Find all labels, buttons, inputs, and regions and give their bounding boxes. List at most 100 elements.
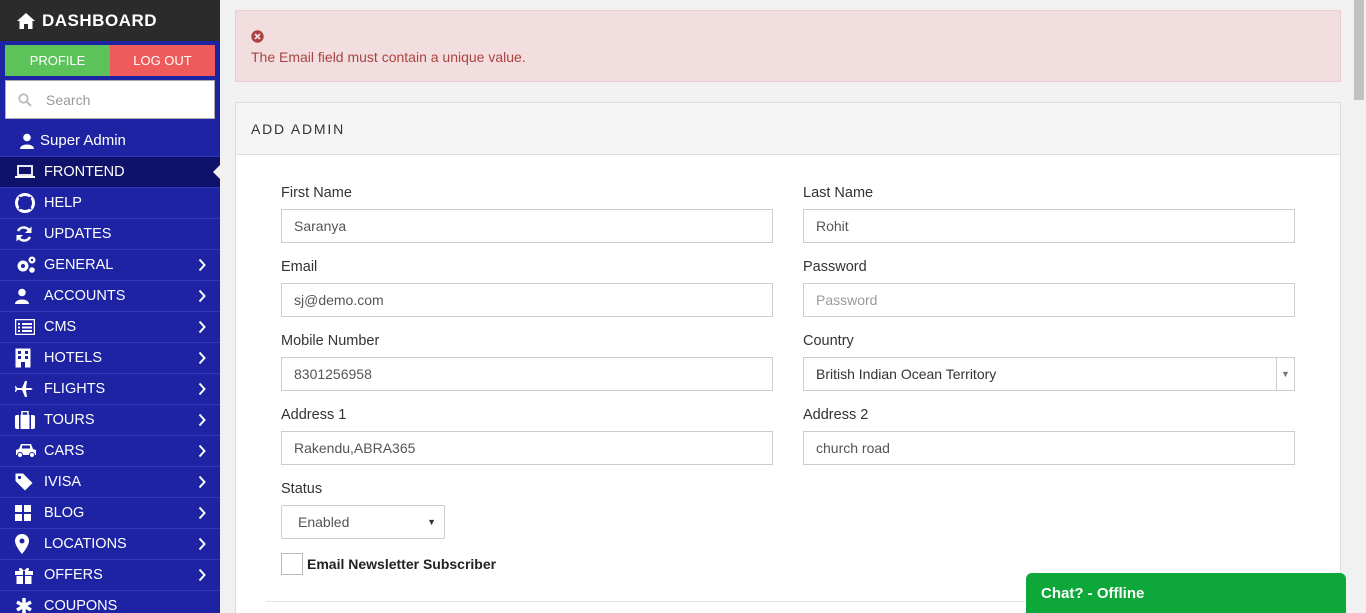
- add-admin-panel: ADD ADMIN First Name Saranya Last Name R…: [235, 102, 1341, 613]
- address2-label: Address 2: [803, 407, 869, 423]
- country-label: Country: [803, 333, 854, 349]
- refresh-icon: [16, 226, 32, 242]
- scrollbar[interactable]: [1352, 0, 1366, 613]
- sidebar-item-label: FRONTEND: [44, 164, 125, 180]
- gift-icon: [15, 567, 33, 584]
- sidebar-item-cms[interactable]: CMS: [0, 311, 220, 342]
- dashboard-title: DASHBOARD: [42, 10, 157, 30]
- sidebar-item-help[interactable]: HELP: [0, 187, 220, 218]
- sidebar-header[interactable]: DASHBOARD: [0, 0, 220, 41]
- scrollbar-thumb[interactable]: [1354, 0, 1364, 100]
- sidebar-item-frontend[interactable]: FRONTEND: [0, 156, 220, 187]
- sidebar-item-label: UPDATES: [44, 226, 112, 242]
- first-name-label: First Name: [281, 185, 352, 201]
- search-icon: [18, 92, 32, 107]
- password-label: Password: [803, 259, 867, 275]
- chevron-right-icon: [198, 382, 206, 396]
- sidebar-item-accounts[interactable]: ACCOUNTS: [0, 280, 220, 311]
- chevron-right-icon: [198, 444, 206, 458]
- sidebar-item-tours[interactable]: TOURS: [0, 404, 220, 435]
- sidebar-item-offers[interactable]: OFFERS: [0, 559, 220, 590]
- status-label: Status: [281, 481, 323, 497]
- sidebar-item-flights[interactable]: FLIGHTS: [0, 373, 220, 404]
- sidebar-item-general[interactable]: GENERAL: [0, 249, 220, 280]
- caret-down-icon: ▼: [427, 517, 436, 527]
- sidebar-item-label: LOCATIONS: [44, 536, 127, 552]
- mobile-input[interactable]: 8301256958: [281, 357, 773, 391]
- sidebar-item-ivisa[interactable]: IVISA: [0, 466, 220, 497]
- profile-button[interactable]: PROFILE: [5, 45, 110, 76]
- password-input[interactable]: Password: [803, 283, 1295, 317]
- chevron-right-icon: [198, 320, 206, 334]
- home-icon: [17, 12, 35, 29]
- chevron-right-icon: [198, 413, 206, 427]
- newsletter-checkbox[interactable]: [281, 553, 303, 575]
- last-name-label: Last Name: [803, 185, 874, 201]
- car-icon: [16, 444, 36, 458]
- email-label: Email: [281, 259, 318, 275]
- caret-down-icon: ▼: [1276, 358, 1294, 390]
- error-alert: The Email field must contain a unique va…: [235, 10, 1341, 82]
- suitcase-icon: [15, 411, 35, 429]
- list-icon: [15, 319, 35, 335]
- sidebar-item-label: HELP: [44, 195, 82, 211]
- panel-title: ADD ADMIN: [236, 103, 1340, 155]
- laptop-icon: [15, 165, 35, 178]
- user-name: Super Admin: [40, 132, 126, 149]
- gears-icon: [17, 256, 36, 273]
- user-icon: [15, 288, 29, 304]
- sidebar-item-label: CMS: [44, 319, 77, 335]
- first-name-group: First Name Saranya: [281, 185, 773, 243]
- map-marker-icon: [15, 534, 29, 554]
- newsletter-label: Email Newsletter Subscriber: [307, 556, 497, 572]
- asterisk-icon: [16, 598, 32, 613]
- sidebar-item-hotels[interactable]: HOTELS: [0, 342, 220, 373]
- building-icon: [15, 348, 31, 368]
- sidebar-item-label: OFFERS: [44, 567, 103, 583]
- sidebar: DASHBOARD PROFILE LOG OUT Super Admin FR…: [0, 0, 220, 613]
- sidebar-item-coupons[interactable]: COUPONS: [0, 590, 220, 613]
- email-group: Email sj@demo.com: [281, 259, 773, 317]
- last-name-input[interactable]: Rohit: [803, 209, 1295, 243]
- country-select[interactable]: British Indian Ocean Territory ▼: [803, 357, 1295, 391]
- chat-widget[interactable]: Chat? - Offline: [1026, 573, 1346, 613]
- sidebar-item-label: GENERAL: [44, 257, 114, 273]
- tag-icon: [15, 473, 33, 491]
- error-message: The Email field must contain a unique va…: [251, 49, 526, 65]
- status-select[interactable]: Enabled ▼: [281, 505, 445, 539]
- search-input[interactable]: [46, 91, 196, 108]
- sidebar-item-label: COUPONS: [44, 598, 118, 613]
- chevron-right-icon: [198, 568, 206, 582]
- chevron-right-icon: [198, 475, 206, 489]
- address2-group: Address 2 church road: [803, 407, 1295, 465]
- last-name-group: Last Name Rohit: [803, 185, 1295, 243]
- email-input[interactable]: sj@demo.com: [281, 283, 773, 317]
- error-icon: [251, 30, 264, 43]
- sidebar-item-updates[interactable]: UPDATES: [0, 218, 220, 249]
- sidebar-item-blog[interactable]: BLOG: [0, 497, 220, 528]
- newsletter-group: Email Newsletter Subscriber: [281, 553, 496, 575]
- sidebar-item-label: CARS: [44, 443, 85, 459]
- mobile-label: Mobile Number: [281, 333, 380, 349]
- country-value: British Indian Ocean Territory: [816, 366, 997, 382]
- sidebar-item-cars[interactable]: CARS: [0, 435, 220, 466]
- active-indicator: [213, 165, 220, 179]
- status-group: Status Enabled ▼: [281, 481, 445, 539]
- address1-label: Address 1: [281, 407, 347, 423]
- sidebar-item-locations[interactable]: LOCATIONS: [0, 528, 220, 559]
- grid-icon: [15, 505, 31, 521]
- chevron-right-icon: [198, 506, 206, 520]
- sidebar-item-label: FLIGHTS: [44, 381, 106, 397]
- country-group: Country British Indian Ocean Territory ▼: [803, 333, 1295, 391]
- logout-button[interactable]: LOG OUT: [110, 45, 215, 76]
- lifebuoy-icon: [15, 193, 35, 213]
- mobile-group: Mobile Number 8301256958: [281, 333, 773, 391]
- status-value: Enabled: [298, 514, 350, 530]
- sidebar-item-label: HOTELS: [44, 350, 103, 366]
- password-group: Password Password: [803, 259, 1295, 317]
- address2-input[interactable]: church road: [803, 431, 1295, 465]
- address1-input[interactable]: Rakendu,ABRA365: [281, 431, 773, 465]
- sidebar-search: [5, 80, 215, 119]
- first-name-input[interactable]: Saranya: [281, 209, 773, 243]
- user-icon: [20, 133, 34, 149]
